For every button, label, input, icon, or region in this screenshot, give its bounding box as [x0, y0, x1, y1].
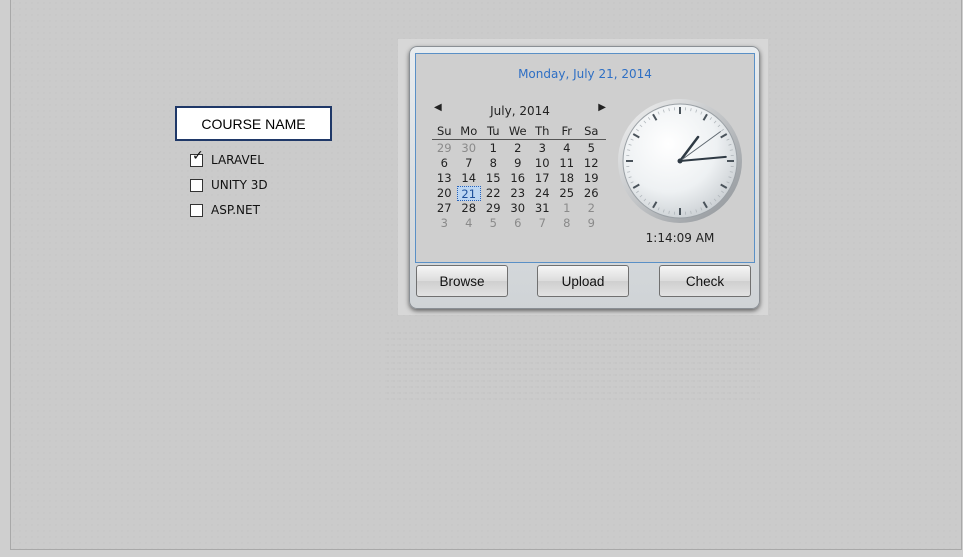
calendar-day[interactable]: 7 — [457, 156, 482, 171]
weekday-label: Tu — [486, 124, 500, 138]
calendar-day[interactable]: 31 — [530, 201, 555, 216]
checkbox-box[interactable] — [190, 178, 203, 192]
triangle-right-icon[interactable]: ▶ — [598, 102, 606, 113]
calendar-day[interactable]: 4 — [457, 216, 482, 231]
check-button[interactable]: Check — [659, 265, 751, 297]
checkbox-label: LARAVEL — [211, 153, 264, 167]
calendar-grid: Su Mo Tu We Th Fr Sa 29 30 1 2 3 4 5 6 7 8 9 10 11 12 13 14 15… — [432, 124, 606, 231]
check-icon: ✓ — [192, 147, 204, 164]
calendar-day[interactable]: 6 — [432, 156, 457, 171]
calendar-day[interactable]: 24 — [530, 186, 555, 201]
weekday-label: We — [508, 124, 527, 138]
calendar-week-row: 20 21 22 23 24 25 26 — [432, 186, 606, 201]
calendar-day[interactable]: 12 — [579, 156, 604, 171]
clock-center — [677, 158, 683, 164]
weekday-label: Mo — [460, 124, 478, 138]
course-name-label-box: COURSE NAME — [175, 106, 332, 141]
calendar-day[interactable]: 10 — [530, 156, 555, 171]
checkbox-unity-3d[interactable]: UNITY 3D — [190, 177, 268, 193]
calendar-clock-gadget: Monday, July 21, 2014 ◀ July, 2014 ▶ Su M… — [409, 46, 760, 309]
calendar-day[interactable]: 3 — [432, 216, 457, 231]
weekday-label: Sa — [584, 124, 599, 138]
calendar-day[interactable]: 5 — [481, 216, 506, 231]
calendar-day[interactable]: 25 — [555, 186, 580, 201]
calendar-day[interactable]: 13 — [432, 171, 457, 186]
calendar-day[interactable]: 20 — [432, 186, 457, 201]
calendar-header: ◀ July, 2014 ▶ — [434, 102, 606, 120]
weekday-header-row: Su Mo Tu We Th Fr Sa — [432, 124, 606, 140]
date-title: Monday, July 21, 2014 — [518, 67, 652, 81]
calendar-day[interactable]: 26 — [579, 186, 604, 201]
dotted-area — [385, 330, 760, 400]
calendar-day[interactable]: 6 — [506, 216, 531, 231]
calendar-day[interactable]: 17 — [530, 171, 555, 186]
calendar-week-row: 3456789 — [432, 216, 606, 231]
calendar-day[interactable]: 1 — [555, 201, 580, 216]
upload-button[interactable]: Upload — [537, 265, 629, 297]
calendar-day[interactable]: 15 — [481, 171, 506, 186]
calendar-day[interactable]: 29 — [481, 201, 506, 216]
calendar-week-row: 6 7 8 9 10 11 12 — [432, 156, 606, 171]
calendar-day[interactable]: 27 — [432, 201, 457, 216]
calendar-day[interactable]: 8 — [555, 216, 580, 231]
calendar-day[interactable]: 4 — [555, 141, 580, 156]
weekday-label: Fr — [561, 124, 572, 138]
gadget-panel: Monday, July 21, 2014 ◀ July, 2014 ▶ Su M… — [415, 53, 755, 263]
calendar-day[interactable]: 11 — [555, 156, 580, 171]
analog-clock — [618, 99, 742, 223]
calendar-day[interactable]: 23 — [506, 186, 531, 201]
calendar-week-row: 13 14 15 16 17 18 19 — [432, 171, 606, 186]
calendar-week-row: 27 28 29 30 31 1 2 — [432, 201, 606, 216]
calendar-day[interactable]: 22 — [481, 186, 506, 201]
calendar-day[interactable]: 5 — [579, 141, 604, 156]
calendar-day[interactable]: 3 — [530, 141, 555, 156]
calendar-month-label[interactable]: July, 2014 — [434, 104, 606, 118]
calendar-day[interactable]: 9 — [579, 216, 604, 231]
checkbox-laravel[interactable]: ✓ LARAVEL — [190, 149, 264, 168]
weekday-label: Su — [436, 124, 452, 138]
weekday-label: Th — [535, 124, 550, 138]
calendar-day[interactable]: 30 — [506, 201, 531, 216]
calendar-day[interactable]: 19 — [579, 171, 604, 186]
course-name-label: COURSE NAME — [201, 115, 306, 132]
checkbox-box[interactable] — [190, 203, 203, 217]
calendar-day[interactable]: 2 — [579, 201, 604, 216]
clock-time-text: 1:14:09 AM — [645, 231, 715, 245]
calendar-day[interactable]: 30 — [457, 141, 482, 156]
calendar-day-selected[interactable]: 21 — [456, 186, 481, 201]
calendar-day[interactable]: 28 — [457, 201, 482, 216]
checkbox-box[interactable]: ✓ — [190, 149, 204, 167]
checkbox-label: UNITY 3D — [211, 178, 268, 192]
calendar-day[interactable]: 8 — [481, 156, 506, 171]
calendar-day[interactable]: 29 — [432, 141, 457, 156]
calendar-week-row: 29 30 1 2 3 4 5 — [432, 141, 606, 156]
calendar-day[interactable]: 1 — [481, 141, 506, 156]
calendar-day[interactable]: 7 — [530, 216, 555, 231]
calendar-day[interactable]: 9 — [506, 156, 531, 171]
calendar-day[interactable]: 2 — [506, 141, 531, 156]
checkbox-label: ASP.NET — [211, 203, 260, 217]
browse-button[interactable]: Browse — [416, 265, 508, 297]
calendar-day[interactable]: 14 — [457, 171, 482, 186]
calendar-day[interactable]: 18 — [555, 171, 580, 186]
checkbox-asp-net[interactable]: ASP.NET — [190, 202, 260, 218]
calendar-day[interactable]: 16 — [506, 171, 531, 186]
